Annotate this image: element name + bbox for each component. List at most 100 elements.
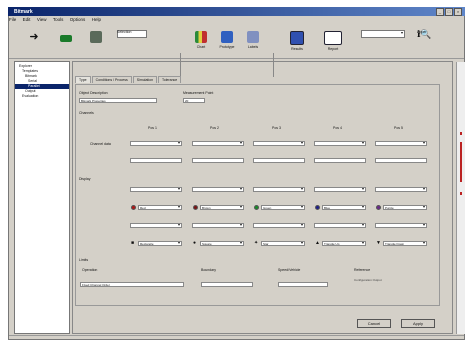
channel-header-5: Pos 5 — [394, 126, 403, 130]
channel-select[interactable] — [375, 141, 427, 146]
reference-label: Reference — [354, 268, 371, 272]
results-icon — [290, 31, 304, 45]
prototype-icon — [221, 31, 233, 43]
toolbar-button-prototype[interactable]: Prototype — [215, 29, 239, 57]
menu-edit[interactable]: Edit — [23, 17, 31, 22]
channel-header-1: Pos 1 — [148, 126, 157, 130]
channel-header-2: Pos 2 — [210, 126, 219, 130]
style-select[interactable] — [314, 187, 366, 192]
channel-value-input[interactable] — [314, 158, 366, 163]
width-select[interactable] — [192, 223, 244, 228]
object-description-input[interactable]: Bitmark Properties — [79, 98, 157, 103]
style-select[interactable] — [375, 187, 427, 192]
channel-value-input[interactable] — [192, 158, 244, 163]
boundary-input[interactable] — [201, 282, 253, 287]
channel-select[interactable] — [192, 141, 244, 146]
marker-bar — [460, 142, 462, 182]
menu-bar: File Edit View Tools Options Help — [9, 17, 464, 24]
channel-value-input[interactable] — [130, 158, 182, 163]
menu-help[interactable]: Help — [92, 17, 101, 22]
labels-icon — [247, 31, 259, 43]
marker-select[interactable]: Star — [261, 241, 305, 246]
channel-value-input[interactable] — [253, 158, 305, 163]
window-title: Bitmark — [14, 9, 33, 15]
style-select[interactable] — [253, 187, 305, 192]
channel-select[interactable] — [253, 141, 305, 146]
toolbar-button-printer[interactable] — [84, 29, 108, 57]
triangle-down-marker-icon: ▼ — [376, 240, 381, 246]
colour-select[interactable]: Brown — [200, 205, 244, 210]
form-area — [75, 84, 440, 306]
navigation-tree: Explorer Templates Bitmark Serial Parall… — [14, 61, 70, 334]
printer-icon — [90, 31, 102, 43]
toolbar-button-results[interactable]: Results — [285, 29, 309, 57]
operation-input[interactable]: Fixed Channel Order — [80, 282, 184, 287]
apply-button[interactable]: Apply — [401, 319, 435, 328]
side-scrollbar[interactable] — [456, 62, 465, 334]
style-select[interactable] — [192, 187, 244, 192]
menu-view[interactable]: View — [37, 17, 47, 22]
tab-tolerance[interactable]: Tolerance — [158, 76, 182, 83]
channel-select[interactable] — [314, 141, 366, 146]
channel-data-label: Channel data — [90, 142, 111, 146]
channel-select[interactable] — [130, 141, 182, 146]
toolbar-field-selection: Selection — [117, 30, 147, 38]
toolbar-button-battery[interactable] — [54, 29, 78, 57]
colour-select[interactable]: Blue — [322, 205, 366, 210]
menu-tools[interactable]: Tools — [53, 17, 64, 22]
limits-section-label: Limits — [79, 258, 89, 262]
lower-select[interactable] — [361, 30, 405, 38]
menu-file[interactable]: File — [9, 17, 16, 22]
width-select[interactable] — [253, 223, 305, 228]
tab-type[interactable]: Type — [75, 76, 91, 83]
colour-swatch — [193, 205, 198, 210]
chart-icon — [195, 31, 207, 43]
operation-label: Operation — [82, 268, 98, 272]
menu-options[interactable]: Options — [70, 17, 86, 22]
reference-value: Configuration Output — [354, 278, 382, 282]
cancel-button[interactable]: Cancel — [357, 319, 391, 328]
colour-select[interactable]: Purple — [383, 205, 427, 210]
colour-swatch — [376, 205, 381, 210]
width-select[interactable] — [375, 223, 427, 228]
square-marker-icon: ● — [193, 240, 197, 246]
colour-swatch — [254, 205, 259, 210]
marker-select[interactable]: Rectangle — [138, 241, 182, 246]
measurement-point-input[interactable]: 20 — [183, 98, 205, 103]
width-select[interactable] — [314, 223, 366, 228]
display-section-label: Display — [79, 177, 91, 181]
channel-header-4: Pos 4 — [333, 126, 342, 130]
tab-simulation[interactable]: Simulation — [132, 76, 158, 83]
toolbar-field-lower: Lower — [361, 30, 405, 38]
close-button[interactable]: × — [454, 8, 462, 16]
toolbar-button-report[interactable]: Report — [321, 29, 345, 57]
channel-value-input[interactable] — [375, 158, 427, 163]
toolbar-button-arrow[interactable]: ➜ — [22, 29, 46, 57]
toolbar-field-upper: Upper ℹ🔍 — [417, 30, 447, 39]
maximize-button[interactable]: □ — [445, 8, 453, 16]
colour-select[interactable]: Red — [138, 205, 182, 210]
marker-bar — [460, 132, 462, 135]
style-select[interactable] — [130, 187, 182, 192]
title-bar[interactable] — [8, 7, 465, 16]
minimize-button[interactable]: _ — [436, 8, 444, 16]
tab-conditions[interactable]: Conditions / Process — [91, 76, 132, 83]
speed-vehicle-input[interactable] — [278, 282, 328, 287]
toolbar-button-chart[interactable]: Chart — [189, 29, 213, 57]
star-marker-icon: ✦ — [254, 240, 259, 246]
colour-swatch — [315, 205, 320, 210]
toolbar-button-labels[interactable]: Labels — [241, 29, 265, 57]
marker-select[interactable]: Triangle Down — [383, 241, 427, 246]
channels-section-label: Channels — [79, 111, 94, 115]
toolbar: ➜ Selection Chart Prototype Labels Resul… — [9, 25, 464, 77]
colour-swatch — [131, 205, 136, 210]
marker-select[interactable]: Square — [200, 241, 244, 246]
colour-select[interactable]: Green — [261, 205, 305, 210]
channel-header-3: Pos 3 — [272, 126, 281, 130]
measurement-point-label: Measurement Point — [183, 91, 214, 95]
speed-vehicle-label: Speed/Vehicle — [278, 268, 301, 272]
tree-item-evaluation[interactable]: Evaluation — [15, 94, 69, 99]
width-select[interactable] — [130, 223, 182, 228]
marker-bar — [460, 192, 462, 195]
marker-select[interactable]: Triangle Up — [322, 241, 366, 246]
